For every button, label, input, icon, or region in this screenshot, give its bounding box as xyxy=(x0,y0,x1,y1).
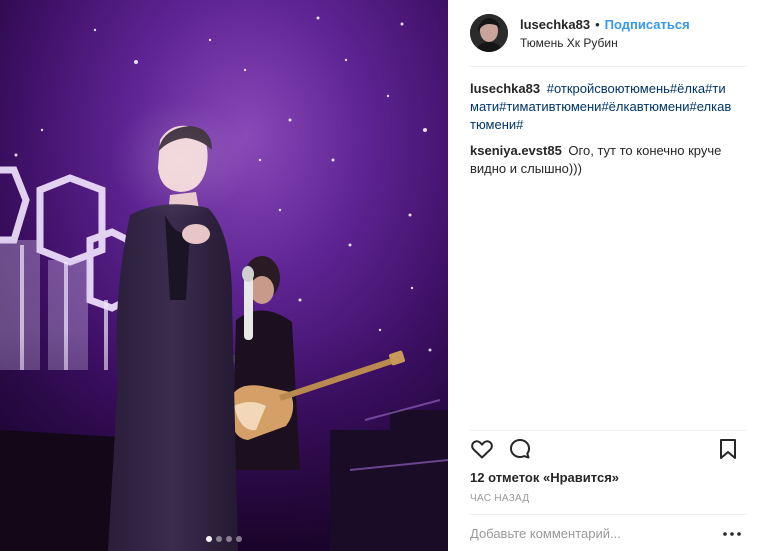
more-options-icon[interactable] xyxy=(722,524,742,544)
heart-icon[interactable] xyxy=(470,437,494,461)
carousel-dot[interactable] xyxy=(216,536,222,542)
hashtag-link[interactable]: #ёлка xyxy=(670,81,705,96)
carousel-dot[interactable] xyxy=(226,536,232,542)
likes-count[interactable]: 12 отметок «Нравится» xyxy=(470,470,746,485)
hashtag-link[interactable]: #тимативтюмени xyxy=(499,99,601,114)
post-media[interactable] xyxy=(0,0,448,551)
hashtag-link[interactable]: #откройсвоютюмень xyxy=(547,81,670,96)
post-timestamp[interactable]: ЧАС НАЗАД xyxy=(470,493,746,504)
comment-icon[interactable] xyxy=(508,437,532,461)
carousel-dot[interactable] xyxy=(236,536,242,542)
post-sidebar: lusechka83 • Подписаться Тюмень Хк Рубин… xyxy=(448,0,760,551)
hashtag-link[interactable]: # xyxy=(516,117,523,132)
avatar-image xyxy=(470,14,508,52)
post-actions: 12 отметок «Нравится» ЧАС НАЗАД xyxy=(470,430,746,504)
hashtag-link[interactable]: #ёлкавтюмени xyxy=(601,99,689,114)
concert-photo xyxy=(0,0,448,551)
post-header: lusechka83 • Подписаться Тюмень Хк Рубин xyxy=(470,0,746,67)
bookmark-icon[interactable] xyxy=(716,437,740,461)
comment-input[interactable] xyxy=(470,526,722,541)
likes-suffix: «Нравится» xyxy=(543,470,620,485)
list-item: kseniya.evst85 Ого, тут то конечно круче… xyxy=(470,142,734,178)
caption-comment: lusechka83 #откройсвоютюмень#ёлка #тимати… xyxy=(470,80,734,134)
comment-username[interactable]: kseniya.evst85 xyxy=(470,143,562,158)
add-comment-bar xyxy=(470,514,746,551)
avatar[interactable] xyxy=(470,14,508,52)
follow-button[interactable]: Подписаться xyxy=(605,17,690,32)
location-link[interactable]: Тюмень Хк Рубин xyxy=(520,36,690,50)
carousel-indicators xyxy=(0,536,448,542)
header-username[interactable]: lusechka83 xyxy=(520,17,590,32)
header-separator: • xyxy=(595,16,600,32)
likes-number: 12 отметок xyxy=(470,470,540,485)
comments-list: lusechka83 #откройсвоютюмень#ёлка #тимати… xyxy=(470,67,760,178)
comment-username[interactable]: lusechka83 xyxy=(470,81,540,96)
post-container: lusechka83 • Подписаться Тюмень Хк Рубин… xyxy=(0,0,760,551)
carousel-dot[interactable] xyxy=(206,536,212,542)
